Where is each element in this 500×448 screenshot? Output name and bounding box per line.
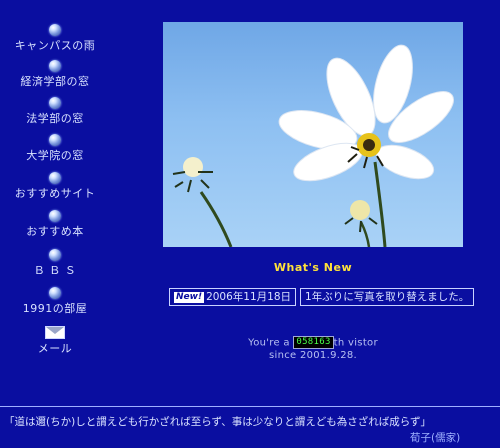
nav-item-graduate[interactable]: 大学院の窓 xyxy=(0,134,110,163)
nav-label: 経済学部の窓 xyxy=(20,75,90,88)
orb-icon xyxy=(49,60,61,72)
flower-illustration xyxy=(172,44,454,247)
nav-label: 法学部の窓 xyxy=(26,112,84,125)
nav-item-law[interactable]: 法学部の窓 xyxy=(0,97,110,126)
nav-label: Ｂ Ｂ Ｓ xyxy=(33,264,77,277)
news-text-box: 1年ぶりに写真を取り替えました。 xyxy=(300,288,475,306)
news-text: 1年ぶりに写真を取り替えました。 xyxy=(305,291,470,303)
news-date: 2006年11月18日 xyxy=(206,291,292,303)
mail-icon xyxy=(45,326,65,339)
nav-label: 大学院の窓 xyxy=(26,149,84,162)
nav-label: おすすめ本 xyxy=(26,225,84,238)
nav-label: おすすめサイト xyxy=(14,187,96,200)
footer-quote-source: 荀子(儒家) xyxy=(410,432,461,444)
new-badge: New! xyxy=(174,291,205,303)
news-entry: New! 2006年11月18日 1年ぶりに写真を取り替えました。 xyxy=(169,288,475,306)
counter-prefix: You're a xyxy=(248,337,290,349)
nav-label: メール xyxy=(37,342,73,355)
nav-item-recommended-books[interactable]: おすすめ本 xyxy=(0,210,110,239)
news-date-box: New! 2006年11月18日 xyxy=(169,288,297,306)
orb-icon xyxy=(49,134,61,146)
counter-since: since 2001.9.28. xyxy=(268,350,358,361)
orb-icon xyxy=(49,249,61,261)
counter-suffix: th vistor xyxy=(333,337,378,349)
orb-icon xyxy=(49,210,61,222)
nav-item-bbs[interactable]: Ｂ Ｂ Ｓ xyxy=(0,249,110,278)
orb-icon xyxy=(49,24,61,36)
nav-item-1991-room[interactable]: 1991の部屋 xyxy=(0,287,110,316)
nav-label: 1991の部屋 xyxy=(22,302,88,315)
orb-icon xyxy=(49,287,61,299)
orb-icon xyxy=(49,97,61,109)
whats-new-heading: What's New xyxy=(273,261,353,274)
nav-label: キャンパスの雨 xyxy=(14,39,96,52)
nav-item-economics[interactable]: 経済学部の窓 xyxy=(0,60,110,89)
nav-item-mail[interactable]: メール xyxy=(0,326,110,356)
visitor-counter: 058163 xyxy=(293,336,334,349)
orb-icon xyxy=(49,172,61,184)
nav-item-campus-rain[interactable]: キャンパスの雨 xyxy=(0,24,110,53)
footer-divider xyxy=(0,406,500,407)
footer-quote: 「道は邇(ちか)しと謂えども行かざれば至らず、事は少なりと謂えども為さざれば成ら… xyxy=(4,416,432,428)
nav-item-recommended-sites[interactable]: おすすめサイト xyxy=(0,172,110,201)
cosmos-flower-photo xyxy=(163,22,463,247)
visitor-counter-line: You're a 058163th vistor xyxy=(163,336,463,349)
